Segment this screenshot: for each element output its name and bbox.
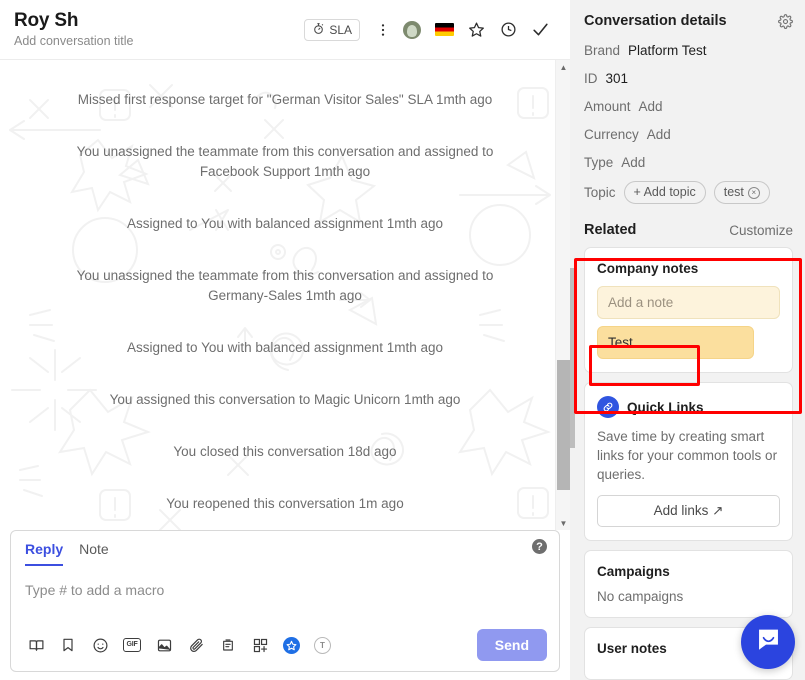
reply-composer: Reply Note ? Type # to add a macro GIF T… xyxy=(10,530,560,672)
conversation-event: Missed first response target for "German… xyxy=(77,92,493,107)
related-section-header: Related Customize xyxy=(584,208,793,247)
stopwatch-icon xyxy=(312,22,325,38)
messenger-launcher-button[interactable] xyxy=(741,615,795,669)
conversation-header: Roy Sh Add conversation title SLA xyxy=(0,0,570,60)
quick-links-header: Quick Links xyxy=(597,396,780,418)
conversation-event: You reopened this conversation 1m ago xyxy=(166,496,404,511)
detail-row-amount: Amount Add xyxy=(584,93,793,121)
detail-add-link[interactable]: Add xyxy=(639,97,663,117)
detail-label: Type xyxy=(584,155,614,170)
topic-tag[interactable]: test × xyxy=(713,181,770,204)
sidebar-content: Conversation details Brand Platform Test… xyxy=(570,0,805,680)
checkmark-icon[interactable] xyxy=(527,17,553,43)
detail-row-id: ID 301 xyxy=(584,65,793,93)
conversation-event: Assigned to You with balanced assignment… xyxy=(127,216,443,231)
message-input[interactable]: Type # to add a macro xyxy=(11,566,559,629)
help-icon[interactable]: ? xyxy=(532,539,547,554)
detail-row-brand: Brand Platform Test xyxy=(584,37,793,65)
header-actions: SLA xyxy=(304,17,556,43)
composer-wrapper: Reply Note ? Type # to add a macro GIF T… xyxy=(0,530,570,680)
detail-row-currency: Currency Add xyxy=(584,121,793,149)
detail-label: ID xyxy=(584,71,598,86)
add-topic-button[interactable]: + Add topic xyxy=(623,181,706,204)
conversation-event: You unassigned the teammate from this co… xyxy=(76,144,494,179)
add-note-input[interactable]: Add a note xyxy=(597,286,780,319)
conversation-details-header: Conversation details xyxy=(584,0,793,37)
detail-add-link[interactable]: Add xyxy=(621,153,645,173)
tab-reply[interactable]: Reply xyxy=(25,541,64,566)
sidebar-scrollbar-thumb[interactable] xyxy=(570,268,575,448)
avatar xyxy=(403,20,421,39)
article-icon[interactable] xyxy=(215,632,241,658)
conversation-event: You closed this conversation 18d ago xyxy=(173,444,397,459)
company-note-item[interactable]: Test xyxy=(597,326,755,359)
scrollbar-thumb[interactable] xyxy=(557,360,570,490)
remove-topic-icon[interactable]: × xyxy=(747,186,760,199)
topic-tag-label: test xyxy=(723,185,744,199)
conversation-details-title: Conversation details xyxy=(584,13,727,29)
related-title: Related xyxy=(584,222,637,238)
text-format-icon[interactable]: T xyxy=(314,636,331,654)
assignee-avatar[interactable] xyxy=(399,17,425,43)
detail-label: Topic xyxy=(584,184,616,200)
detail-label: Brand xyxy=(584,43,621,58)
star-badge-icon[interactable] xyxy=(283,636,300,654)
conversation-body: Missed first response target for "German… xyxy=(0,60,570,530)
sidebar-scrollbar[interactable] xyxy=(570,0,575,680)
german-flag-icon[interactable] xyxy=(431,17,457,43)
conversation-scrollbar[interactable]: ▲ ▼ xyxy=(555,60,570,530)
conversation-event: You unassigned the teammate from this co… xyxy=(76,268,494,303)
campaigns-card: Campaigns No campaigns xyxy=(584,550,793,618)
detail-label: Amount xyxy=(584,99,631,114)
conversation-events: Missed first response target for "German… xyxy=(0,60,570,530)
sla-badge[interactable]: SLA xyxy=(304,18,360,41)
detail-add-link[interactable]: Add xyxy=(647,125,671,145)
paperclip-icon[interactable] xyxy=(183,632,209,658)
messenger-icon xyxy=(755,626,782,658)
campaigns-title: Campaigns xyxy=(597,564,670,579)
page-title: Roy Sh xyxy=(14,10,79,31)
quick-links-title: Quick Links xyxy=(627,399,704,415)
quick-links-description: Save time by creating smart links for yo… xyxy=(597,429,778,482)
conversation-title-block: Roy Sh Add conversation title xyxy=(14,10,304,49)
clock-icon[interactable] xyxy=(495,17,521,43)
detail-row-topic: Topic + Add topic test × xyxy=(584,177,793,208)
send-button[interactable]: Send xyxy=(476,629,547,661)
more-vertical-icon[interactable] xyxy=(370,17,396,43)
detail-value: 301 xyxy=(605,71,629,86)
detail-label: Currency xyxy=(584,127,639,142)
gif-icon[interactable]: GIF xyxy=(119,632,145,658)
add-links-button[interactable]: Add links ↗ xyxy=(597,495,780,527)
app-root: Roy Sh Add conversation title SLA Missed… xyxy=(0,0,805,680)
company-notes-title: Company notes xyxy=(597,261,699,276)
book-icon[interactable] xyxy=(23,632,49,658)
details-sidebar: Conversation details Brand Platform Test… xyxy=(570,0,805,680)
image-icon[interactable] xyxy=(151,632,177,658)
bookmark-icon[interactable] xyxy=(55,632,81,658)
apps-add-icon[interactable] xyxy=(247,632,273,658)
campaigns-empty-text: No campaigns xyxy=(597,589,684,604)
star-icon[interactable] xyxy=(463,17,489,43)
detail-row-type: Type Add xyxy=(584,149,793,177)
conversation-pane: Roy Sh Add conversation title SLA Missed… xyxy=(0,0,570,680)
detail-value[interactable]: Platform Test xyxy=(628,41,707,61)
composer-toolbar: GIF T Send xyxy=(11,629,559,671)
sla-badge-label: SLA xyxy=(329,22,352,37)
scroll-down-arrow[interactable]: ▼ xyxy=(556,516,570,530)
composer-tabs: Reply Note ? xyxy=(11,531,559,566)
customize-link[interactable]: Customize xyxy=(729,223,793,238)
link-icon xyxy=(597,396,619,418)
emoji-icon[interactable] xyxy=(87,632,113,658)
gear-icon[interactable] xyxy=(778,13,793,29)
company-notes-card: Company notes Add a note Test xyxy=(584,247,793,373)
conversation-event: You assigned this conversation to Magic … xyxy=(109,392,461,407)
add-conversation-title-link[interactable]: Add conversation title xyxy=(14,33,304,49)
quick-links-card: Quick Links Save time by creating smart … xyxy=(584,382,793,541)
tab-note[interactable]: Note xyxy=(79,541,109,566)
conversation-event: Assigned to You with balanced assignment… xyxy=(127,340,443,355)
scroll-up-arrow[interactable]: ▲ xyxy=(556,60,570,74)
